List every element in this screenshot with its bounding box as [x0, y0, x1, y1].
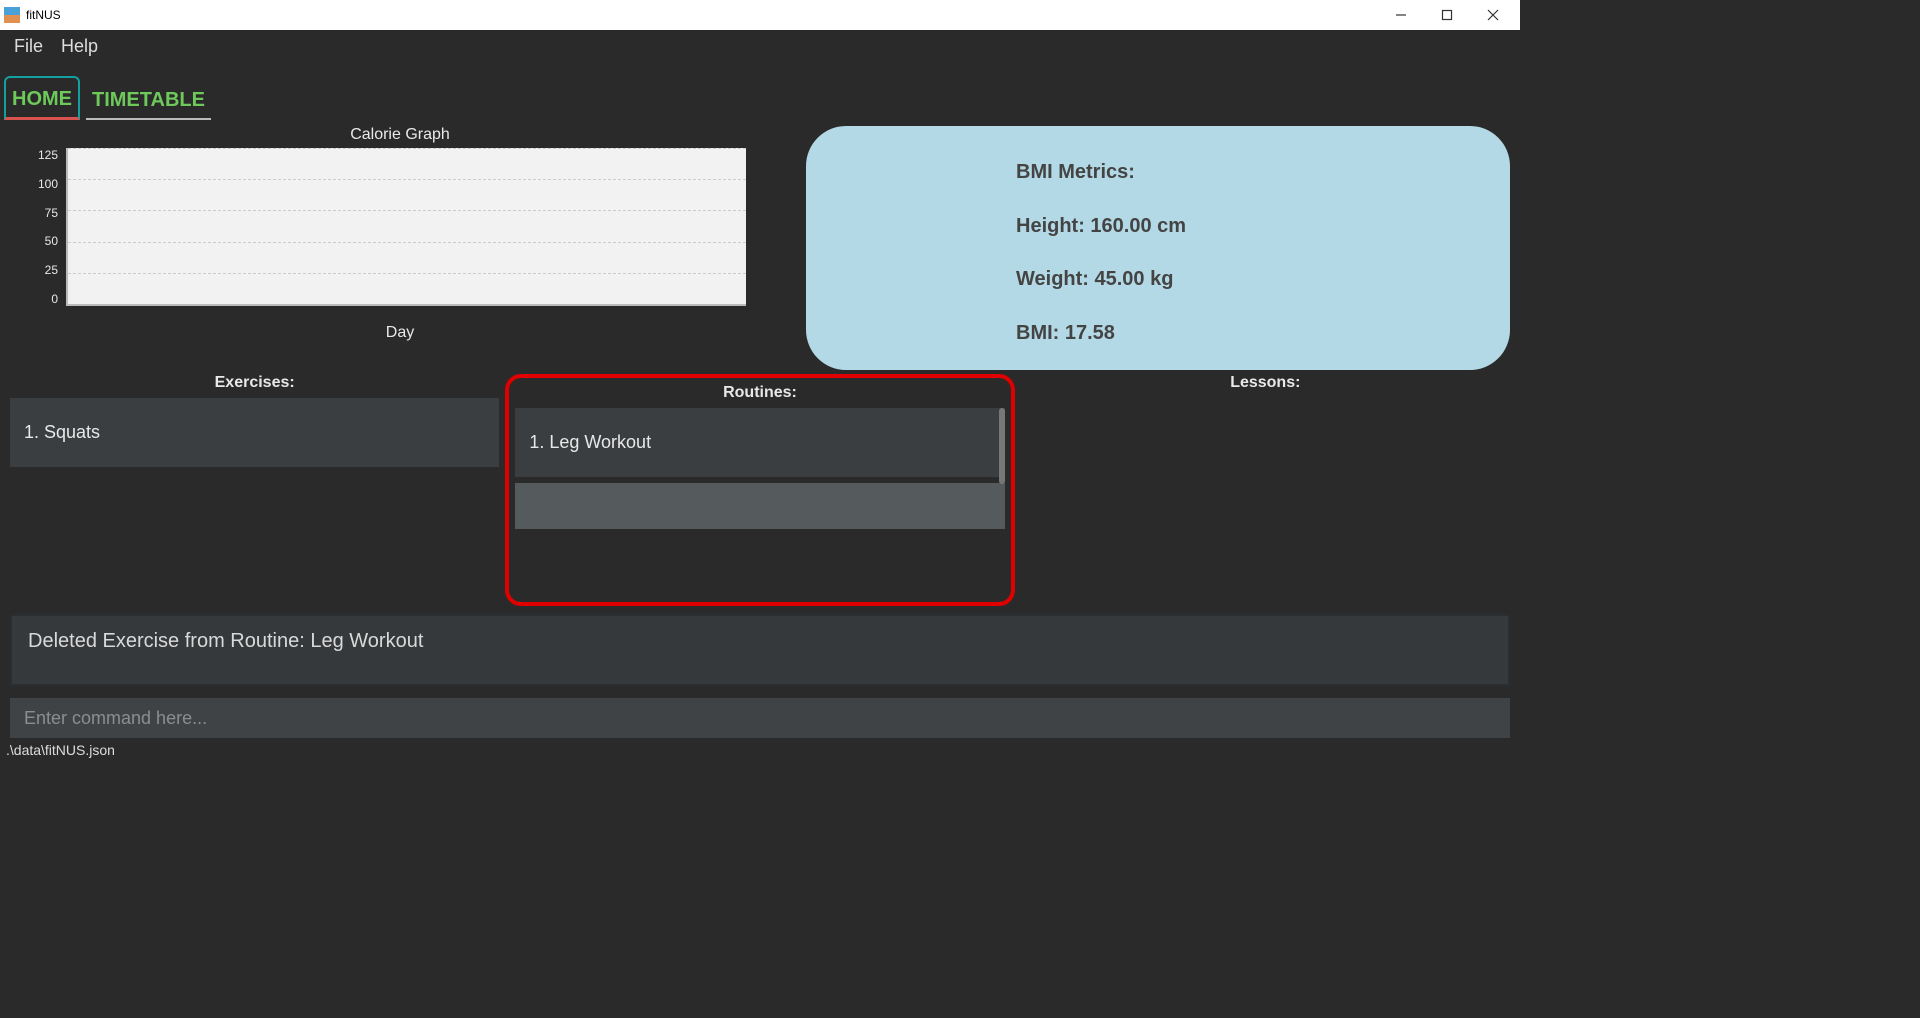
list-item[interactable]: [515, 483, 1004, 529]
app-logo-icon: [4, 7, 20, 23]
exercises-header: Exercises:: [10, 374, 499, 392]
exercises-body: 1. Squats: [10, 398, 499, 606]
chart-x-axis-label: Day: [10, 324, 790, 342]
y-tick: 125: [18, 148, 58, 162]
maximize-icon: [1441, 9, 1453, 21]
list-item[interactable]: 1. Squats: [10, 398, 499, 467]
close-icon: [1487, 9, 1499, 21]
tab-timetable[interactable]: TIMETABLE: [86, 79, 211, 120]
list-item[interactable]: 1. Leg Workout: [515, 408, 1004, 477]
bmi-value: BMI: 17.58: [1016, 322, 1470, 345]
calorie-chart-panel: Calorie Graph Daily Calories 125 100 75 …: [10, 126, 790, 370]
main-row: Calorie Graph Daily Calories 125 100 75 …: [0, 120, 1520, 372]
lessons-header: Lessons:: [1021, 374, 1510, 392]
command-input[interactable]: [10, 698, 1510, 738]
command-input-row: [10, 698, 1510, 738]
bmi-metrics-panel: BMI Metrics: Height: 160.00 cm Weight: 4…: [806, 126, 1510, 370]
window-title-bar: fitNUS: [0, 0, 1520, 30]
columns-row: Exercises: 1. Squats Routines: 1. Leg Wo…: [0, 374, 1520, 606]
minimize-icon: [1395, 9, 1407, 21]
maximize-button[interactable]: [1424, 0, 1470, 30]
y-tick: 50: [18, 234, 58, 248]
feedback-message: Deleted Exercise from Routine: Leg Worko…: [10, 614, 1510, 686]
bmi-title: BMI Metrics:: [1016, 161, 1470, 184]
exercises-column: Exercises: 1. Squats: [10, 374, 499, 606]
chart-title: Calorie Graph: [10, 126, 790, 144]
lessons-column: Lessons:: [1021, 374, 1510, 606]
bmi-height: Height: 160.00 cm: [1016, 215, 1470, 238]
tab-home[interactable]: HOME: [4, 76, 80, 120]
y-tick: 75: [18, 206, 58, 220]
menu-help[interactable]: Help: [61, 36, 98, 57]
close-button[interactable]: [1470, 0, 1516, 30]
routines-header: Routines:: [515, 384, 1004, 402]
y-tick: 0: [18, 292, 58, 306]
routines-body: 1. Leg Workout: [515, 408, 1004, 596]
y-tick: 100: [18, 177, 58, 191]
y-tick: 25: [18, 263, 58, 277]
scrollbar-thumb[interactable]: [999, 408, 1005, 484]
tab-bar: HOME TIMETABLE: [0, 62, 1520, 120]
chart-plot-area: [66, 148, 746, 306]
window-title: fitNUS: [26, 8, 61, 22]
lessons-body: [1021, 398, 1510, 606]
bmi-weight: Weight: 45.00 kg: [1016, 268, 1470, 291]
routines-column: Routines: 1. Leg Workout: [505, 374, 1014, 606]
menu-bar: File Help: [0, 30, 1520, 62]
menu-file[interactable]: File: [14, 36, 43, 57]
chart-wrap: Daily Calories 125 100 75 50 25 0: [66, 148, 790, 306]
chart-y-ticks: 125 100 75 50 25 0: [18, 148, 58, 306]
status-bar: .\data\fitNUS.json: [0, 738, 1520, 760]
minimize-button[interactable]: [1378, 0, 1424, 30]
